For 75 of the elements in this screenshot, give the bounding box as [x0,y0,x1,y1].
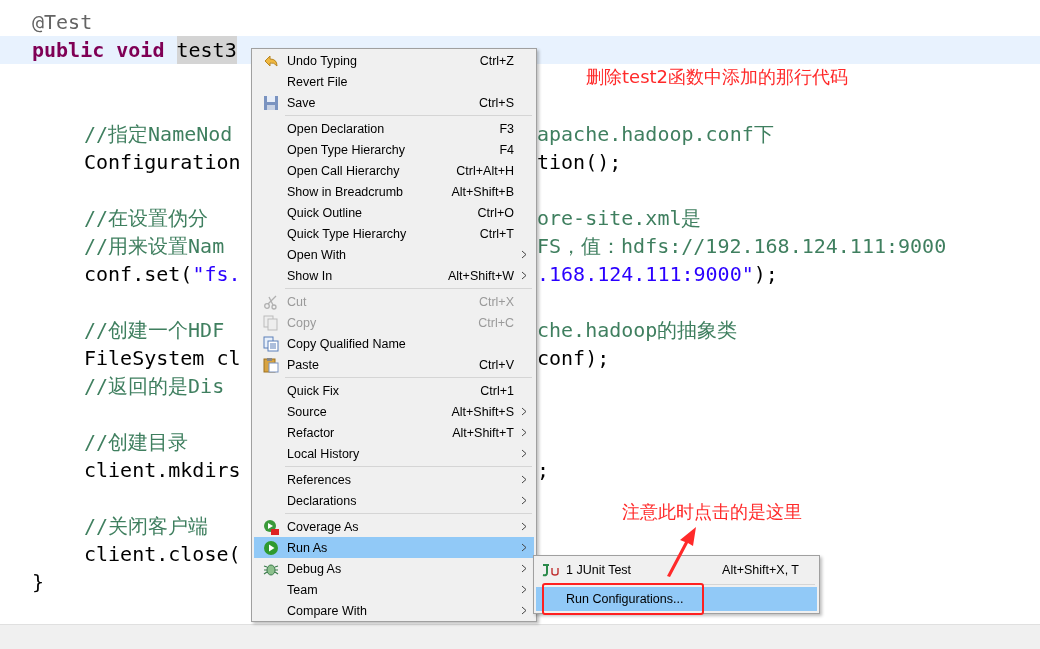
play-icon [262,539,279,556]
code-text: ore-site.xml是 [537,205,702,232]
code-text: ; [537,457,550,484]
code-text: apache.hadoop.conf下 [537,121,774,148]
code-text: FileSystem cl [84,345,241,372]
annotation-text: 注意此时点击的是这里 [622,500,802,524]
menu-item[interactable]: Show in Breadcrumb Alt+Shift+B [254,181,534,202]
chevron-right-icon [521,606,527,615]
code-text: //创建目录 [84,429,189,456]
menu-item[interactable]: Coverage As [254,516,534,537]
clipboard-icon [262,356,279,373]
code-text: //指定NameNod [84,121,233,148]
code-text: test3 [176,36,237,64]
code-text: che.hadoop的抽象类 [537,317,738,344]
chevron-right-icon [521,585,527,594]
menu-item[interactable]: Refactor Alt+Shift+T [254,422,534,443]
code-text: //在设置伪分 [84,205,209,232]
code-text: conf.set( [84,261,193,288]
menu-item[interactable]: Declarations [254,490,534,511]
chevron-right-icon [521,449,527,458]
code-text: } [32,569,45,596]
chevron-right-icon [521,271,527,280]
copy-icon [262,335,279,352]
menu-item[interactable]: Debug As [254,558,534,579]
code-text: .168.124.111:9000" [537,261,754,288]
copy-icon [262,314,279,331]
code-text: public void [32,37,166,64]
chevron-right-icon [521,543,527,552]
menu-item[interactable]: Quick Fix Ctrl+1 [254,380,534,401]
scissors-icon [262,293,279,310]
menu-item[interactable]: Open Declaration F3 [254,118,534,139]
menu-item[interactable]: Run As [254,537,534,558]
code-text: conf); [537,345,610,372]
chevron-right-icon [521,475,527,484]
code-text: //关闭客户端 [84,513,209,540]
chevron-right-icon [521,250,527,259]
undo-arrow-icon [262,53,279,68]
chevron-right-icon [521,428,527,437]
chevron-right-icon [521,522,527,531]
code-text: client.close( [84,541,241,568]
menu-item[interactable]: Open Type Hierarchy F4 [254,139,534,160]
annotation-arrow [665,526,699,578]
code-text: FS，值：hdfs://192.168.124.111:9000 [537,233,947,260]
menu-item[interactable]: Save Ctrl+S [254,92,534,113]
menu-item[interactable]: Compare With [254,600,534,621]
code-text: @Test [32,9,93,36]
code-text: "fs. [192,261,241,288]
code-text: //用来设置Nam [84,233,225,260]
code-text: ); [753,261,778,288]
junit-icon [541,563,561,577]
code-text: //创建一个HDF [84,317,225,344]
chevron-right-icon [521,564,527,573]
menu-item[interactable]: Copy Qualified Name [254,333,534,354]
menu-item[interactable]: Source Alt+Shift+S [254,401,534,422]
chevron-right-icon [521,407,527,416]
menu-item[interactable]: Team [254,579,534,600]
menu-item[interactable]: Quick Outline Ctrl+O [254,202,534,223]
menu-item[interactable]: Open Call Hierarchy Ctrl+Alt+H [254,160,534,181]
menu-item[interactable]: Local History [254,443,534,464]
code-text: client.mkdirs [84,457,241,484]
menu-item[interactable]: Quick Type Hierarchy Ctrl+T [254,223,534,244]
code-text: //返回的是Dis [84,373,225,400]
chevron-right-icon [521,496,527,505]
menu-item[interactable]: Paste Ctrl+V [254,354,534,375]
annotation-text: 删除test2函数中添加的那行代码 [586,65,849,89]
code-text: Configuration [84,149,241,176]
menu-item[interactable]: Show In Alt+Shift+W [254,265,534,286]
menu-item[interactable]: Undo Typing Ctrl+Z [254,50,534,71]
menu-item[interactable]: Run Configurations... [536,587,817,611]
play-coverage-icon [262,518,279,535]
code-text: tion(); [537,149,622,176]
menu-item[interactable]: 1 JUnit Test Alt+Shift+X, T [536,558,817,582]
menu-item[interactable]: Revert File [254,71,534,92]
menu-item[interactable]: References [254,469,534,490]
menu-item[interactable]: Open With [254,244,534,265]
